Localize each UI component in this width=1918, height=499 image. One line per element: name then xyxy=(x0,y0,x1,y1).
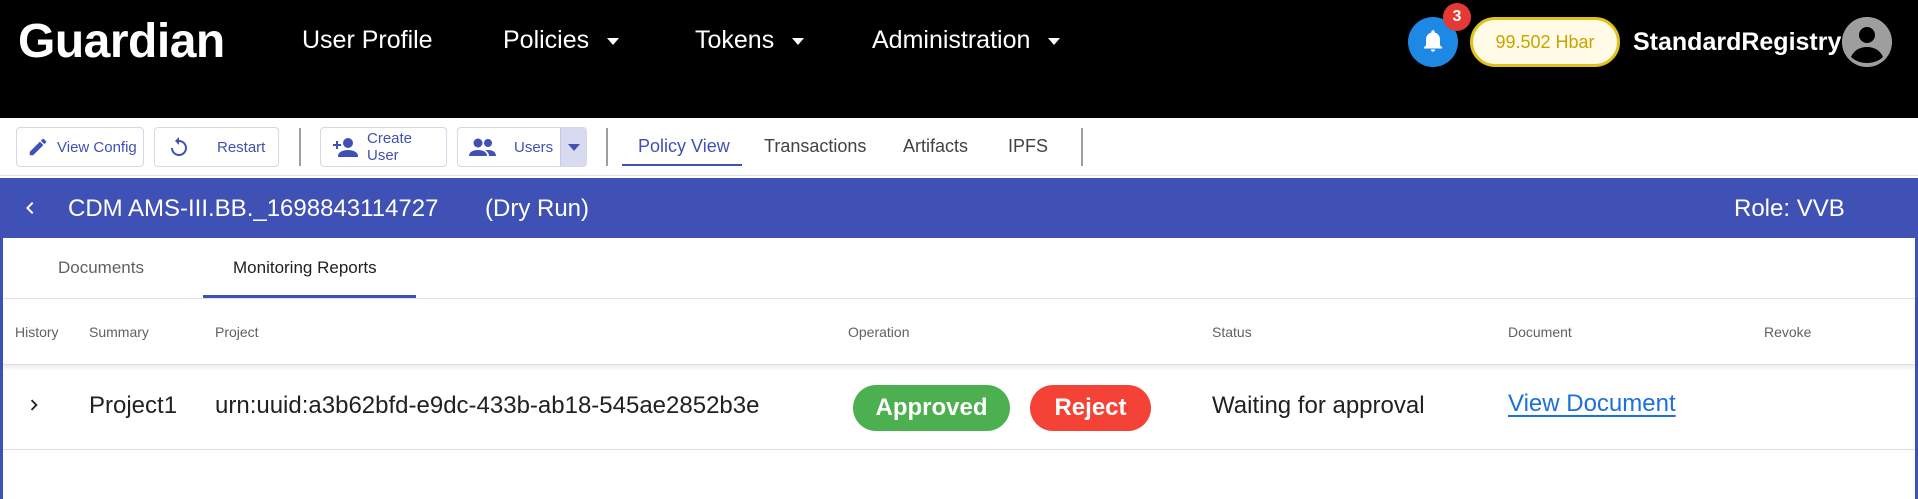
caret-down-icon xyxy=(1048,38,1061,45)
chevron-left-icon[interactable] xyxy=(18,196,42,220)
top-header: Guardian User Profile Policies Tokens Ad… xyxy=(0,0,1918,118)
policy-content: Documents Monitoring Reports History Sum… xyxy=(0,238,1918,499)
tab-ipfs[interactable]: IPFS xyxy=(1008,136,1048,157)
table-row: Project1 urn:uuid:a3b62bfd-e9dc-433b-ab1… xyxy=(3,366,1915,450)
users-button[interactable]: Users xyxy=(457,127,587,167)
policy-name: CDM AMS-III.BB._1698843114727 xyxy=(68,195,439,222)
restart-icon xyxy=(171,137,187,156)
view-config-label: View Config xyxy=(57,138,137,156)
column-history: History xyxy=(15,324,59,340)
policy-toolbar: View Config Restart Create User Users Po… xyxy=(0,118,1918,176)
caret-down-icon xyxy=(607,38,620,45)
caret-down-icon xyxy=(567,143,580,151)
tab-documents[interactable]: Documents xyxy=(58,258,144,278)
nav-administration-label: Administration xyxy=(872,26,1031,54)
summary-cell: Project1 xyxy=(89,392,178,419)
tab-artifacts[interactable]: Artifacts xyxy=(903,136,968,157)
toolbar-divider xyxy=(1081,128,1083,166)
toolbar-divider xyxy=(606,128,608,166)
balance-badge: 99.502 Hbar xyxy=(1470,17,1620,67)
create-user-button[interactable]: Create User xyxy=(320,127,447,167)
restart-label: Restart xyxy=(217,138,266,156)
users-label: Users xyxy=(514,138,554,156)
users-dropdown-toggle[interactable] xyxy=(560,128,586,166)
column-revoke: Revoke xyxy=(1764,324,1812,340)
nav-tokens[interactable]: Tokens xyxy=(695,26,805,55)
reject-button[interactable]: Reject xyxy=(1030,385,1151,431)
nav-policies[interactable]: Policies xyxy=(503,26,620,55)
nav-administration[interactable]: Administration xyxy=(872,26,1061,55)
approved-button[interactable]: Approved xyxy=(853,385,1010,431)
person-add-icon xyxy=(333,138,358,157)
caret-down-icon xyxy=(792,38,805,45)
nav-user-profile[interactable]: User Profile xyxy=(302,26,433,55)
tab-policy-view[interactable]: Policy View xyxy=(638,136,730,157)
toolbar-divider xyxy=(299,128,301,166)
create-user-label: Create User xyxy=(367,130,413,164)
column-project: Project xyxy=(215,324,259,340)
active-tab-indicator xyxy=(622,164,742,166)
column-summary: Summary xyxy=(89,324,149,340)
username-label[interactable]: StandardRegistry xyxy=(1633,28,1841,57)
brand-logo[interactable]: Guardian xyxy=(18,14,225,69)
policy-header: CDM AMS-III.BB._1698843114727 (Dry Run) … xyxy=(0,178,1918,238)
role-label: Role: VVB xyxy=(1734,195,1845,222)
column-operation: Operation xyxy=(848,324,910,340)
column-status: Status xyxy=(1212,324,1252,340)
notifications-count-badge: 3 xyxy=(1443,3,1471,31)
nav-policies-label: Policies xyxy=(503,26,590,54)
policy-mode: (Dry Run) xyxy=(485,195,590,222)
account-circle-icon[interactable] xyxy=(1842,17,1892,67)
table-header: History Summary Project Operation Status… xyxy=(3,299,1915,365)
view-config-button[interactable]: View Config xyxy=(16,127,144,167)
people-icon xyxy=(469,138,496,156)
nav-user-profile-label: User Profile xyxy=(302,26,433,54)
pencil-icon xyxy=(29,138,47,156)
nav-tokens-label: Tokens xyxy=(695,26,775,54)
tab-monitoring-reports[interactable]: Monitoring Reports xyxy=(233,258,377,278)
status-cell: Waiting for approval xyxy=(1212,392,1425,419)
avatar xyxy=(1842,17,1892,67)
view-document-link[interactable]: View Document xyxy=(1508,390,1676,418)
column-document: Document xyxy=(1508,324,1572,340)
project-cell: urn:uuid:a3b62bfd-e9dc-433b-ab18-545ae28… xyxy=(215,392,760,419)
restart-button[interactable]: Restart xyxy=(154,127,279,167)
bell-icon xyxy=(1423,30,1443,52)
chevron-right-icon[interactable] xyxy=(23,394,45,416)
tab-transactions[interactable]: Transactions xyxy=(764,136,866,157)
